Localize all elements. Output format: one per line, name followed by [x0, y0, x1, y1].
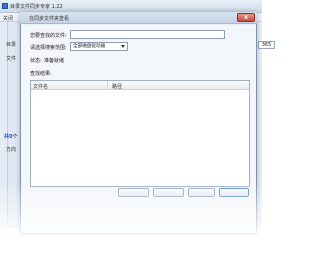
dialog-button-3[interactable]: [188, 188, 215, 197]
column-header-path[interactable]: 路径: [112, 83, 122, 90]
chevron-down-icon[interactable]: [121, 45, 125, 48]
results-header: [31, 81, 249, 90]
menu-item[interactable]: 关闭: [3, 15, 13, 22]
filename-label: 您要查找的文件:: [30, 33, 67, 39]
main-side-text: 方向: [6, 147, 17, 153]
main-left-panel: [0, 22, 8, 228]
column-header-filename[interactable]: 文件名: [33, 83, 48, 90]
main-label-directory: 目录: [6, 42, 17, 48]
dialog-title: 在同步文件夹查看: [29, 16, 70, 22]
column-divider[interactable]: [107, 81, 108, 90]
dialog-button-4[interactable]: [219, 188, 249, 197]
search-scope-label: 请选择搜索范围:: [30, 45, 67, 51]
main-window-title: 目录文件同步专家 1.22: [10, 4, 63, 10]
status-label: 状态:: [30, 58, 42, 64]
dialog-button-1[interactable]: [118, 188, 149, 197]
results-label: 查找结果:: [30, 71, 52, 77]
filename-input[interactable]: [70, 30, 225, 39]
count-field[interactable]: 365: [258, 41, 275, 49]
search-scope-select[interactable]: 全部磁盘驱动器: [70, 42, 128, 51]
main-progress-label: 共0个: [4, 134, 18, 140]
close-button[interactable]: x: [237, 13, 255, 22]
main-label-file: 文件: [6, 56, 17, 62]
status-value: 准备就绪: [44, 58, 65, 64]
dialog-button-2[interactable]: [153, 188, 184, 197]
app-icon: [2, 3, 8, 9]
results-list[interactable]: [30, 80, 250, 187]
